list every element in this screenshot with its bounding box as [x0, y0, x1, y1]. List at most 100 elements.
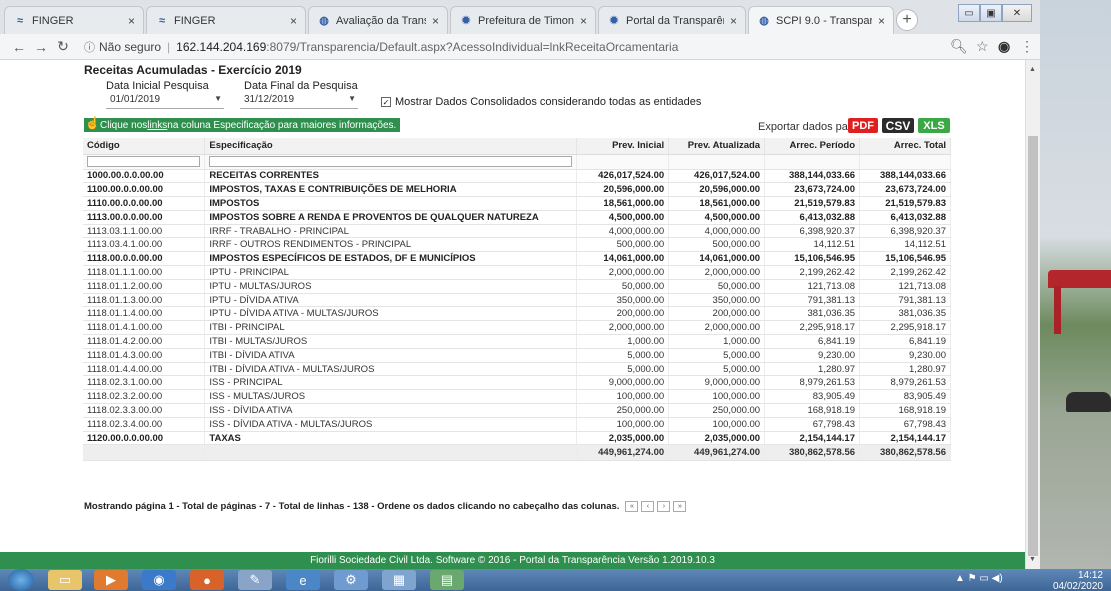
star-icon[interactable]: ☆: [976, 38, 989, 55]
scrollbar-thumb[interactable]: [1028, 136, 1038, 556]
close-icon[interactable]: ×: [730, 14, 737, 28]
table-row[interactable]: 1120.00.0.0.00.00 TAXAS 2,035,000.00 2,035,…: [83, 431, 951, 446]
column-header-arrec-periodo[interactable]: Arrec. Período: [764, 138, 861, 155]
firefox-icon[interactable]: ●: [190, 570, 224, 590]
tab-scpi[interactable]: ◍ SCPI 9.0 - Transparência ×: [748, 6, 894, 34]
next-page-icon[interactable]: ›: [657, 501, 671, 512]
tab-prefeitura[interactable]: ✹ Prefeitura de Timon ×: [450, 6, 596, 34]
cell-especificacao[interactable]: IPTU - PRINCIPAL: [204, 265, 578, 280]
clock[interactable]: 14:12 04/02/2020: [1053, 571, 1103, 591]
table-row[interactable]: 1118.01.1.2.00.00 IPTU - MULTAS/JUROS 50,0…: [83, 279, 951, 294]
table-row[interactable]: 1113.03.1.1.00.00 IRRF - TRABALHO - PRINC…: [83, 224, 951, 239]
close-icon[interactable]: ×: [432, 14, 439, 28]
especificacao-filter-input[interactable]: [209, 155, 573, 167]
reload-icon[interactable]: ↻: [52, 38, 74, 55]
new-tab-button[interactable]: +: [896, 9, 918, 31]
table-row[interactable]: 1118.02.3.3.00.00 ISS - DÍVIDA ATIVA 250,0…: [83, 403, 951, 418]
internet-explorer-icon[interactable]: e: [286, 570, 320, 590]
close-window-button[interactable]: ✕: [1002, 4, 1032, 22]
cell-especificacao[interactable]: RECEITAS CORRENTES: [204, 169, 578, 184]
url-field[interactable]: ⓘ Não seguro | 162.144.204.169 :8079/Tra…: [84, 36, 678, 58]
table-row[interactable]: 1118.02.3.4.00.00 ISS - DÍVIDA ATIVA - MU…: [83, 417, 951, 432]
vertical-scrollbar[interactable]: ▲ ▼: [1025, 60, 1040, 569]
column-header-arrec-total[interactable]: Arrec. Total: [859, 138, 951, 155]
info-icon[interactable]: ⓘ: [84, 39, 95, 55]
checkbox-icon[interactable]: ✓: [381, 97, 391, 107]
table-row[interactable]: 1118.00.0.0.00.00 IMPOSTOS ESPECÍFICOS DE…: [83, 251, 951, 267]
cell-especificacao[interactable]: IMPOSTOS SOBRE A RENDA E PROVENTOS DE QU…: [204, 210, 578, 225]
chevron-down-icon[interactable]: ▼: [214, 94, 222, 103]
cell-especificacao[interactable]: IPTU - DÍVIDA ATIVA - MULTAS/JUROS: [204, 306, 578, 322]
table-row[interactable]: 1118.01.4.2.00.00 ITBI - MULTAS/JUROS 1,00…: [83, 334, 951, 349]
media-player-icon[interactable]: ▶: [94, 570, 128, 590]
export-csv-button[interactable]: CSV: [882, 118, 914, 133]
cell-especificacao[interactable]: ITBI - PRINCIPAL: [204, 320, 578, 336]
zoom-icon[interactable]: 🔍︎: [950, 38, 968, 55]
calculator-icon[interactable]: ▦: [382, 570, 416, 590]
tab-finger-1[interactable]: ≈ FINGER ×: [4, 6, 144, 34]
minimize-button[interactable]: ▭: [958, 4, 980, 22]
column-header-especificacao[interactable]: Especificação: [204, 138, 578, 155]
cell-especificacao[interactable]: IPTU - DÍVIDA ATIVA: [204, 293, 578, 308]
cell-especificacao[interactable]: IMPOSTOS, TAXAS E CONTRIBUIÇÕES DE MELHO…: [204, 182, 578, 198]
scroll-up-icon[interactable]: ▲: [1029, 66, 1036, 73]
cell-especificacao[interactable]: ISS - DÍVIDA ATIVA: [204, 403, 578, 418]
date-end-input[interactable]: 31/12/2019 ▼: [240, 94, 358, 109]
maximize-button[interactable]: ▣: [980, 4, 1002, 22]
column-header-codigo[interactable]: Código: [83, 138, 206, 155]
table-row[interactable]: 1118.01.1.3.00.00 IPTU - DÍVIDA ATIVA 350,…: [83, 293, 951, 308]
close-icon[interactable]: ×: [128, 14, 135, 28]
export-pdf-button[interactable]: PDF: [848, 118, 878, 133]
cell-especificacao[interactable]: ISS - PRINCIPAL: [204, 375, 578, 391]
paint-icon[interactable]: ✎: [238, 570, 272, 590]
export-xls-button[interactable]: XLS: [918, 118, 950, 133]
cell-especificacao[interactable]: ITBI - DÍVIDA ATIVA: [204, 348, 578, 363]
table-row[interactable]: 1118.01.1.1.00.00 IPTU - PRINCIPAL 2,000,0…: [83, 265, 951, 280]
close-icon[interactable]: ×: [290, 14, 297, 28]
cell-especificacao[interactable]: TAXAS: [204, 431, 578, 446]
first-page-icon[interactable]: «: [625, 501, 639, 512]
column-header-prev-inicial[interactable]: Prev. Inicial: [576, 138, 670, 155]
codigo-filter-input[interactable]: [87, 155, 201, 167]
cell-especificacao[interactable]: IMPOSTOS ESPECÍFICOS DE ESTADOS, DF E MU…: [204, 251, 578, 267]
table-row[interactable]: 1113.00.0.0.00.00 IMPOSTOS SOBRE A RENDA …: [83, 210, 951, 225]
table-row[interactable]: 1118.01.4.1.00.00 ITBI - PRINCIPAL 2,000,0…: [83, 320, 951, 336]
cell-especificacao[interactable]: ISS - DÍVIDA ATIVA - MULTAS/JUROS: [204, 417, 578, 432]
cell-especificacao[interactable]: ISS - MULTAS/JUROS: [204, 389, 578, 405]
cell-especificacao[interactable]: ITBI - MULTAS/JUROS: [204, 334, 578, 349]
forward-arrow-icon[interactable]: →: [30, 39, 52, 55]
table-row[interactable]: 1118.01.4.3.00.00 ITBI - DÍVIDA ATIVA 5,00…: [83, 348, 951, 363]
table-row[interactable]: 1118.02.3.1.00.00 ISS - PRINCIPAL 9,000,00…: [83, 375, 951, 391]
table-row[interactable]: 1000.00.0.0.00.00 RECEITAS CORRENTES 426,0…: [83, 169, 951, 184]
chevron-down-icon[interactable]: ▼: [348, 94, 356, 103]
cell-especificacao[interactable]: IRRF - TRABALHO - PRINCIPAL: [204, 224, 578, 239]
account-icon[interactable]: ◉: [998, 38, 1010, 55]
table-row[interactable]: 1118.01.1.4.00.00 IPTU - DÍVIDA ATIVA - M…: [83, 306, 951, 322]
folder-icon[interactable]: ▭: [48, 570, 82, 590]
close-icon[interactable]: ×: [878, 14, 885, 28]
cell-especificacao[interactable]: IMPOSTOS: [204, 196, 578, 211]
tab-portal[interactable]: ✹ Portal da Transparência ×: [598, 6, 746, 34]
column-header-prev-atualizada[interactable]: Prev. Atualizada: [668, 138, 766, 155]
cell-especificacao[interactable]: IPTU - MULTAS/JUROS: [204, 279, 578, 294]
consolidated-checkbox[interactable]: ✓ Mostrar Dados Consolidados considerand…: [381, 96, 701, 108]
hint-link[interactable]: links: [147, 120, 167, 131]
date-start-input[interactable]: 01/01/2019 ▼: [106, 94, 224, 109]
tab-avaliacao[interactable]: ◍ Avaliação da Transparên ×: [308, 6, 448, 34]
table-row[interactable]: 1113.03.4.1.00.00 IRRF - OUTROS RENDIMENT…: [83, 237, 951, 253]
table-row[interactable]: 1110.00.0.0.00.00 IMPOSTOS 18,561,000.00 18…: [83, 196, 951, 211]
start-button-icon[interactable]: [8, 569, 34, 591]
tab-finger-2[interactable]: ≈ FINGER ×: [146, 6, 306, 34]
table-row[interactable]: 1118.01.4.4.00.00 ITBI - DÍVIDA ATIVA - M…: [83, 362, 951, 377]
tools-icon[interactable]: ⚙: [334, 570, 368, 590]
back-arrow-icon[interactable]: ←: [8, 39, 30, 55]
menu-kebab-icon[interactable]: ⋮: [1020, 38, 1034, 55]
close-icon[interactable]: ×: [580, 14, 587, 28]
prev-page-icon[interactable]: ‹: [641, 501, 655, 512]
cell-especificacao[interactable]: IRRF - OUTROS RENDIMENTOS - PRINCIPAL: [204, 237, 578, 253]
scroll-down-icon[interactable]: ▼: [1029, 556, 1036, 563]
chrome-icon[interactable]: ◉: [142, 570, 176, 590]
table-row[interactable]: 1100.00.0.0.00.00 IMPOSTOS, TAXAS E CONTR…: [83, 182, 951, 198]
last-page-icon[interactable]: »: [673, 501, 687, 512]
spreadsheet-icon[interactable]: ▤: [430, 570, 464, 590]
